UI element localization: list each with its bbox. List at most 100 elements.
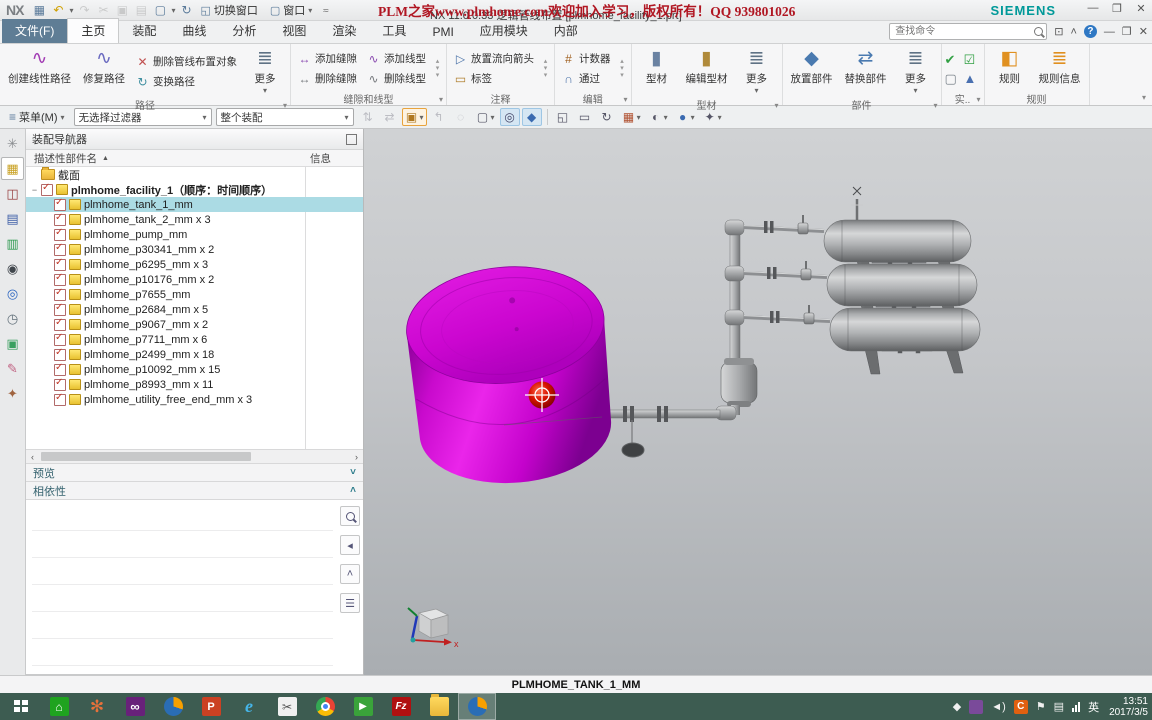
fit-view-icon[interactable]: ◱: [553, 108, 573, 126]
switch-window-button[interactable]: ◱ 切换窗口: [194, 0, 263, 20]
signal-icon[interactable]: [1072, 701, 1081, 712]
taskbar-chrome[interactable]: [306, 693, 344, 720]
system-icon[interactable]: ▤: [1054, 700, 1064, 713]
visibility-checkbox[interactable]: [54, 332, 66, 346]
web-browser-icon[interactable]: ◎: [1, 282, 24, 305]
part-navigator-icon[interactable]: ▤: [1, 207, 24, 230]
assembly-navigator-icon[interactable]: ▦: [1, 157, 24, 180]
ribbon-button-更多[interactable]: ≣ 更多 ▾: [243, 46, 287, 97]
expand-icon[interactable]: ˄: [340, 564, 360, 584]
horizontal-scrollbar[interactable]: ‹ ›: [26, 449, 363, 464]
minimize-icon[interactable]: —: [1104, 26, 1115, 38]
ribbon-button-添加线型[interactable]: ∿ 添加线型: [363, 50, 430, 67]
visibility-checkbox[interactable]: [54, 377, 66, 391]
zoom-window-icon[interactable]: ▭: [575, 108, 595, 126]
taskbar-nx-launcher[interactable]: [154, 693, 192, 720]
scroll-right-icon[interactable]: ›: [350, 452, 363, 462]
paste-icon[interactable]: ▤: [133, 3, 149, 17]
tree-row-plmhome_p7711_mm x 6[interactable]: plmhome_p7711_mm x 6: [26, 332, 363, 347]
visibility-checkbox[interactable]: [54, 347, 66, 361]
snap-point-icon[interactable]: ▣ ▾: [401, 108, 427, 126]
c-app-icon[interactable]: C: [1013, 699, 1028, 714]
column-name[interactable]: 描述性部件名: [26, 151, 97, 166]
taskbar-media-app[interactable]: ✻: [78, 693, 116, 720]
tree-row-plmhome_p9067_mm x 2[interactable]: plmhome_p9067_mm x 2: [26, 317, 363, 332]
rotate-view-icon[interactable]: ↻: [597, 108, 617, 126]
new-window-icon[interactable]: ▢: [152, 3, 168, 17]
ribbon-button-变换路径[interactable]: ↻ 变换路径: [132, 73, 241, 90]
tree-row-sections[interactable]: 截面: [26, 167, 363, 182]
volume-icon[interactable]: ◄): [991, 701, 1006, 713]
rect-select-icon[interactable]: ▢ ▾: [473, 108, 498, 126]
lasso-icon[interactable]: ◌: [451, 108, 471, 126]
vessel-2[interactable]: [826, 263, 978, 307]
reuse-library-icon[interactable]: ▥: [1, 232, 24, 255]
scroll-arrow-icon[interactable]: ▴: [544, 58, 548, 65]
ime-icon[interactable]: [969, 699, 984, 714]
qat-overflow-icon[interactable]: ≂: [322, 6, 329, 15]
filter-component[interactable]: [720, 361, 758, 404]
tree-row-plmhome_p10176_mm x 2[interactable]: plmhome_p10176_mm x 2: [26, 272, 363, 287]
dependencies-section-header[interactable]: 相依性 ˄: [26, 482, 363, 500]
restore-icon[interactable]: ❐: [1110, 2, 1124, 15]
scroll-arrow-icon[interactable]: ▾: [544, 65, 548, 72]
taskbar-visual-studio[interactable]: ∞: [116, 693, 154, 720]
scroll-arrow-icon[interactable]: ▾: [436, 72, 440, 79]
sort-ascending-icon[interactable]: ▲: [102, 155, 109, 162]
taskbar-windows-store[interactable]: ⌂: [40, 693, 78, 720]
undo-icon[interactable]: ↶: [50, 3, 66, 17]
visibility-checkbox[interactable]: [54, 362, 66, 376]
tree-row-plmhome_tank_2_mm x 3[interactable]: plmhome_tank_2_mm x 3: [26, 212, 363, 227]
dialog-launcher-icon[interactable]: ▾: [774, 101, 778, 110]
ribbon-button-创建线性路径[interactable]: ∿ 创建线性路径: [3, 46, 76, 97]
ribbon-button-放置部件[interactable]: ◆ 放置部件: [786, 46, 838, 97]
copy-icon[interactable]: ▣: [114, 3, 130, 17]
tab-工具[interactable]: 工具: [369, 19, 419, 43]
view-triad[interactable]: x: [407, 607, 459, 649]
tab-主页[interactable]: 主页: [67, 18, 120, 43]
gear-icon[interactable]: ✳: [1, 132, 24, 155]
tab-曲线[interactable]: 曲线: [169, 19, 219, 43]
ribbon-button-计数器[interactable]: # 计数器: [558, 50, 615, 67]
point-on-curve-icon[interactable]: ↰: [429, 108, 449, 126]
gallery-scroll-arrows[interactable]: ▴ ▾ ▾: [432, 46, 443, 91]
taskbar-filezilla[interactable]: Fz: [382, 693, 420, 720]
graphics-viewport[interactable]: x: [364, 129, 1152, 675]
vessel-group[interactable]: [823, 186, 981, 375]
visibility-checkbox[interactable]: [41, 182, 53, 196]
taskbar-snipping-tool[interactable]: ✂: [268, 693, 306, 720]
column-info[interactable]: 信息: [310, 151, 331, 166]
ribbon-button-fixture-icon[interactable]: ▲: [964, 70, 981, 87]
visibility-checkbox[interactable]: [54, 272, 66, 286]
ribbon-button-window-util-icon[interactable]: ▢: [945, 70, 962, 87]
panel-pin-icon[interactable]: [346, 133, 357, 145]
tab-file[interactable]: 文件(F): [2, 19, 68, 43]
vessel-1[interactable]: [823, 219, 972, 263]
ribbon-button-更多[interactable]: ≣ 更多 ▾: [735, 46, 779, 97]
scroll-arrow-icon[interactable]: ▾: [436, 65, 440, 72]
show-hidden-icon[interactable]: ◆: [953, 700, 961, 713]
ribbon-button-删除线型[interactable]: ∿ 删除线型: [363, 70, 430, 87]
ribbon-button-标签[interactable]: ▭ 标签: [450, 70, 538, 87]
visibility-checkbox[interactable]: [54, 227, 66, 241]
scrollbar-thumb[interactable]: [41, 452, 251, 461]
pipe-cap-disc[interactable]: [621, 442, 645, 458]
tab-视图[interactable]: 视图: [269, 19, 319, 43]
dialog-launcher-icon[interactable]: ▾: [623, 95, 627, 104]
cut-icon[interactable]: ✂: [95, 3, 111, 17]
ribbon-button-规则[interactable]: ◧ 规则: [988, 46, 1032, 91]
selected-tank[interactable]: [402, 259, 618, 491]
ribbon-button-添加缝隙[interactable]: ↔ 添加缝隙: [294, 50, 361, 67]
constraint-navigator-icon[interactable]: ◫: [1, 182, 24, 205]
list-icon[interactable]: ☰: [340, 593, 360, 613]
taskbar-nx-running[interactable]: [458, 693, 496, 720]
process-studio-icon[interactable]: ▣: [1, 332, 24, 355]
taskbar-file-explorer[interactable]: [420, 693, 458, 720]
tree-row-plmhome_p7655_mm[interactable]: plmhome_p7655_mm: [26, 287, 363, 302]
visibility-checkbox[interactable]: [54, 287, 66, 301]
scroll-arrow-icon[interactable]: ▴: [436, 58, 440, 65]
ribbon-button-替换部件[interactable]: ⇄ 替换部件: [840, 46, 892, 97]
close-icon[interactable]: ✕: [1139, 25, 1148, 38]
taskbar-powerpoint[interactable]: P: [192, 693, 230, 720]
dialog-launcher-icon[interactable]: ▾: [439, 95, 443, 104]
